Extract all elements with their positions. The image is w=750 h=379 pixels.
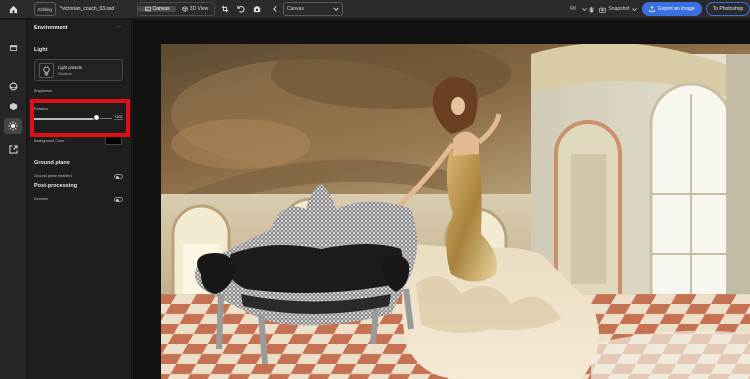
rotation-highlight-box bbox=[30, 99, 130, 137]
panel-title: Environment bbox=[34, 25, 68, 31]
post-processing-heading: Post-processing bbox=[34, 183, 78, 189]
mode-badge[interactable]: Editing bbox=[34, 2, 56, 16]
ground-plane-toggle[interactable] bbox=[114, 174, 123, 179]
light-presets-card[interactable]: Light presets Studioer bbox=[34, 59, 123, 81]
export-panel-icon[interactable] bbox=[4, 141, 22, 157]
ground-plane-heading: Ground plane bbox=[34, 160, 70, 166]
zoom-fit-select[interactable]: Fit bbox=[565, 2, 581, 16]
denoise-label: Denoise bbox=[34, 197, 48, 201]
chevron-down-icon bbox=[631, 7, 637, 11]
background-color-label: Background Color bbox=[34, 139, 65, 143]
home-icon[interactable] bbox=[7, 2, 19, 16]
view-toggle: Canvas 3D View bbox=[137, 2, 215, 16]
snapshot-button[interactable]: Snapshot bbox=[598, 2, 638, 16]
document-filename: *victorian_couch_03.ssd bbox=[60, 6, 115, 12]
crop-icon[interactable] bbox=[220, 2, 230, 16]
environment-icon[interactable] bbox=[4, 118, 22, 134]
light-presets-value: Studioer bbox=[58, 72, 73, 76]
snapshot-icon bbox=[599, 7, 607, 13]
canvas-icon bbox=[144, 6, 151, 12]
ground-plane-enabled-label: Ground plane enabled bbox=[34, 174, 72, 178]
undo-icon[interactable] bbox=[236, 2, 246, 16]
cube-icon bbox=[182, 6, 188, 12]
light-section-heading: Light bbox=[34, 47, 48, 53]
chevron-down-icon bbox=[333, 7, 339, 11]
canvas-select-value: Canvas bbox=[287, 6, 304, 12]
hand-icon[interactable] bbox=[586, 2, 596, 16]
export-image-button[interactable]: Export an image bbox=[642, 2, 702, 16]
canvas-scene-image[interactable] bbox=[161, 44, 750, 379]
background-color-swatch[interactable] bbox=[105, 136, 122, 145]
denoise-toggle[interactable] bbox=[114, 197, 123, 202]
canvas-view-label: Canvas bbox=[152, 6, 170, 12]
sphere-icon[interactable] bbox=[4, 78, 22, 94]
3d-view-label: 3D View bbox=[189, 6, 209, 12]
3d-view-button[interactable]: 3D View bbox=[176, 6, 214, 12]
top-toolbar: Editing *victorian_couch_03.ssd Canvas 3… bbox=[0, 0, 750, 19]
materials-icon[interactable] bbox=[4, 98, 22, 114]
snapshot-label: Snapshot bbox=[608, 6, 630, 12]
camera-icon[interactable] bbox=[252, 2, 262, 16]
chevron-left-icon[interactable] bbox=[270, 2, 280, 16]
canvas-view-button[interactable]: Canvas bbox=[138, 6, 176, 12]
light-presets-name: Light presets bbox=[58, 65, 82, 70]
export-image-label: Export an image bbox=[658, 6, 695, 12]
bulb-icon bbox=[39, 63, 54, 78]
more-options-icon[interactable]: ··· bbox=[116, 24, 122, 30]
brightness-label: Brightness bbox=[34, 89, 52, 93]
canvas-select[interactable]: Canvas bbox=[283, 2, 343, 16]
export-icon bbox=[649, 6, 656, 12]
environment-panel: Environment ··· Light Light presets Stud… bbox=[28, 20, 132, 379]
to-photoshop-button[interactable]: To Photoshop bbox=[706, 2, 750, 16]
layers-icon[interactable] bbox=[4, 40, 22, 56]
left-tool-rail bbox=[0, 20, 27, 379]
